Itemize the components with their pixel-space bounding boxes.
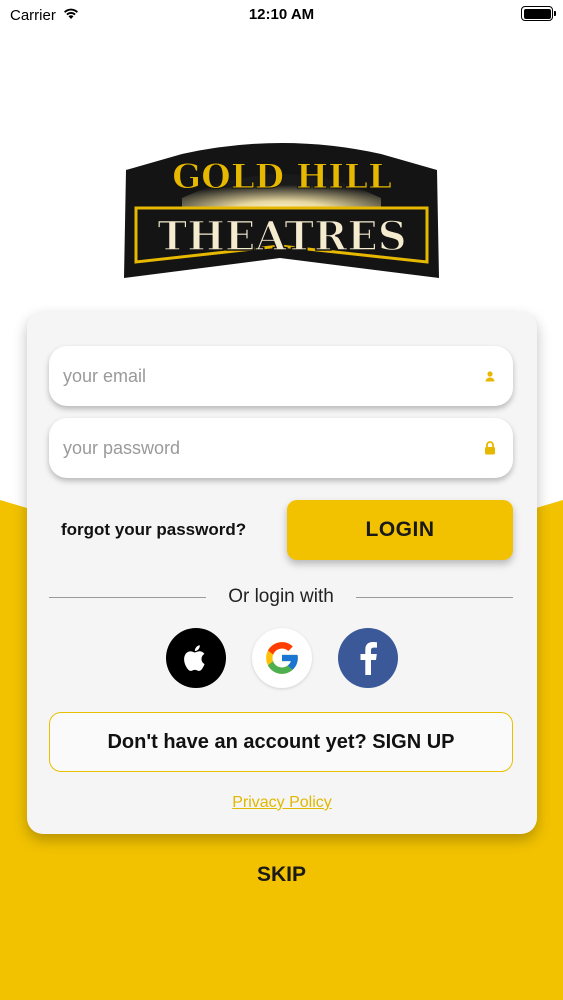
logo-line2: THEATRES — [157, 213, 406, 260]
password-input[interactable] — [63, 437, 481, 459]
facebook-login-button[interactable] — [338, 628, 398, 688]
google-login-button[interactable] — [252, 628, 312, 688]
privacy-policy-link[interactable]: Privacy Policy — [27, 794, 537, 812]
login-button[interactable]: LOGIN — [287, 500, 513, 560]
logo-line1: GOLD HILL — [172, 157, 392, 197]
skip-button[interactable]: SKIP — [0, 863, 563, 887]
lock-icon — [481, 439, 499, 457]
password-field-container — [49, 418, 513, 478]
or-login-with-divider: Or login with — [49, 586, 514, 608]
login-card: forgot your password? LOGIN Or login wit… — [27, 312, 537, 834]
email-field-container — [49, 346, 513, 406]
apple-login-button[interactable] — [166, 628, 226, 688]
person-icon — [481, 367, 499, 385]
email-input[interactable] — [63, 365, 481, 387]
gold-hill-theatres-logo: GOLD HILL THEATRES — [124, 143, 439, 278]
divider-label: Or login with — [228, 586, 334, 607]
google-icon — [266, 642, 298, 674]
facebook-icon — [360, 642, 377, 675]
forgot-password-link[interactable]: forgot your password? — [61, 520, 246, 540]
status-bar: Carrier 12:10 AM — [0, 0, 563, 30]
social-login-row — [27, 628, 537, 688]
apple-icon — [184, 645, 205, 671]
status-time: 12:10 AM — [248, 6, 315, 23]
battery-icon — [521, 6, 556, 21]
signup-button[interactable]: Don't have an account yet? SIGN UP — [49, 712, 513, 772]
